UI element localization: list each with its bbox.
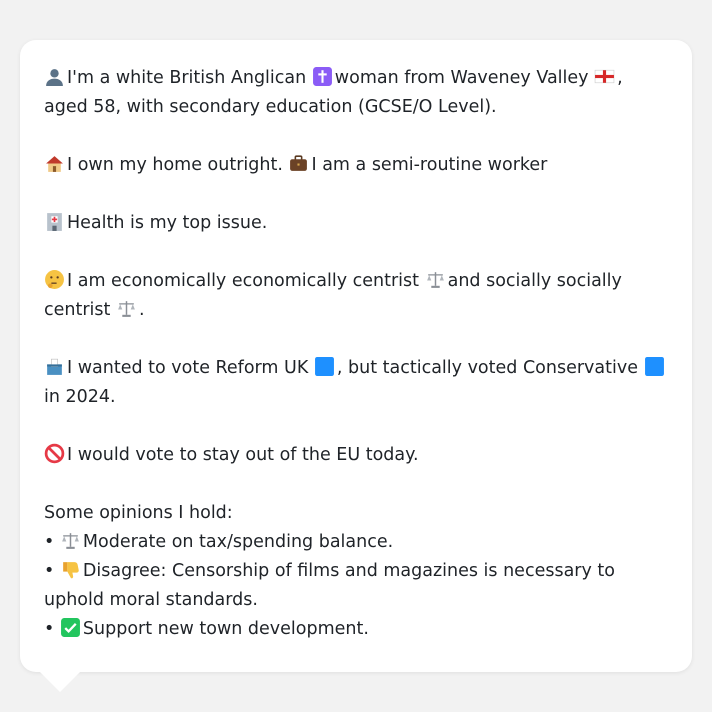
intro-woman-text: woman from Waveney Valley (334, 68, 589, 88)
opinion-text: Disagree: Censorship of films and magazi… (44, 561, 615, 610)
opinion-item: • Support new town development. (44, 615, 668, 644)
blue-square-icon (644, 356, 665, 377)
political-position-paragraph: I am economically economically centrist … (44, 267, 668, 325)
opinion-item: • Disagree: Censorship of films and maga… (44, 557, 668, 615)
eu-text: I would vote to stay out of the EU today… (67, 445, 419, 465)
vote-text-year: in 2024. (44, 387, 116, 407)
thumbs-down-icon (60, 559, 81, 580)
thinking-face-icon (44, 269, 65, 290)
check-mark-icon (60, 617, 81, 638)
home-work-paragraph: I own my home outright. I am a semi-rout… (44, 151, 668, 180)
scales-icon (425, 269, 446, 290)
scales-icon (60, 530, 81, 551)
opinions-heading: Some opinions I hold: (44, 503, 233, 523)
home-text: I own my home outright. (67, 155, 283, 175)
person-icon (44, 66, 65, 87)
econ-text: I am economically economically centrist (67, 271, 420, 291)
vote-text: I wanted to vote Reform UK (67, 358, 309, 378)
blue-square-icon (314, 356, 335, 377)
bullet: • (44, 619, 55, 639)
social-end-text: . (138, 300, 145, 320)
bullet: • (44, 561, 55, 581)
vote-text-tactical: , but tactically voted Conservative (336, 358, 638, 378)
eu-paragraph: I would vote to stay out of the EU today… (44, 441, 668, 470)
hospital-icon (44, 211, 65, 232)
speech-bubble-tail (40, 672, 80, 692)
intro-paragraph: I'm a white British Anglican woman from … (44, 64, 668, 122)
vote-paragraph: I wanted to vote Reform UK , but tactica… (44, 354, 668, 412)
persona-card: I'm a white British Anglican woman from … (20, 40, 692, 672)
scales-icon (116, 298, 137, 319)
opinion-text: Support new town development. (82, 619, 369, 639)
work-text: I am a semi-routine worker (311, 155, 548, 175)
england-flag-icon (594, 66, 615, 87)
briefcase-icon (288, 153, 309, 174)
ballot-box-icon (44, 356, 65, 377)
opinion-item: • Moderate on tax/spending balance. (44, 528, 668, 557)
intro-text: I'm a white British Anglican (67, 68, 307, 88)
health-text: Health is my top issue. (67, 213, 268, 233)
health-paragraph: Health is my top issue. (44, 209, 668, 238)
latin-cross-icon (312, 66, 333, 87)
house-icon (44, 153, 65, 174)
prohibited-icon (44, 443, 65, 464)
opinions-section: Some opinions I hold: • Moderate on tax/… (44, 499, 668, 644)
bullet: • (44, 532, 55, 552)
opinion-text: Moderate on tax/spending balance. (82, 532, 394, 552)
